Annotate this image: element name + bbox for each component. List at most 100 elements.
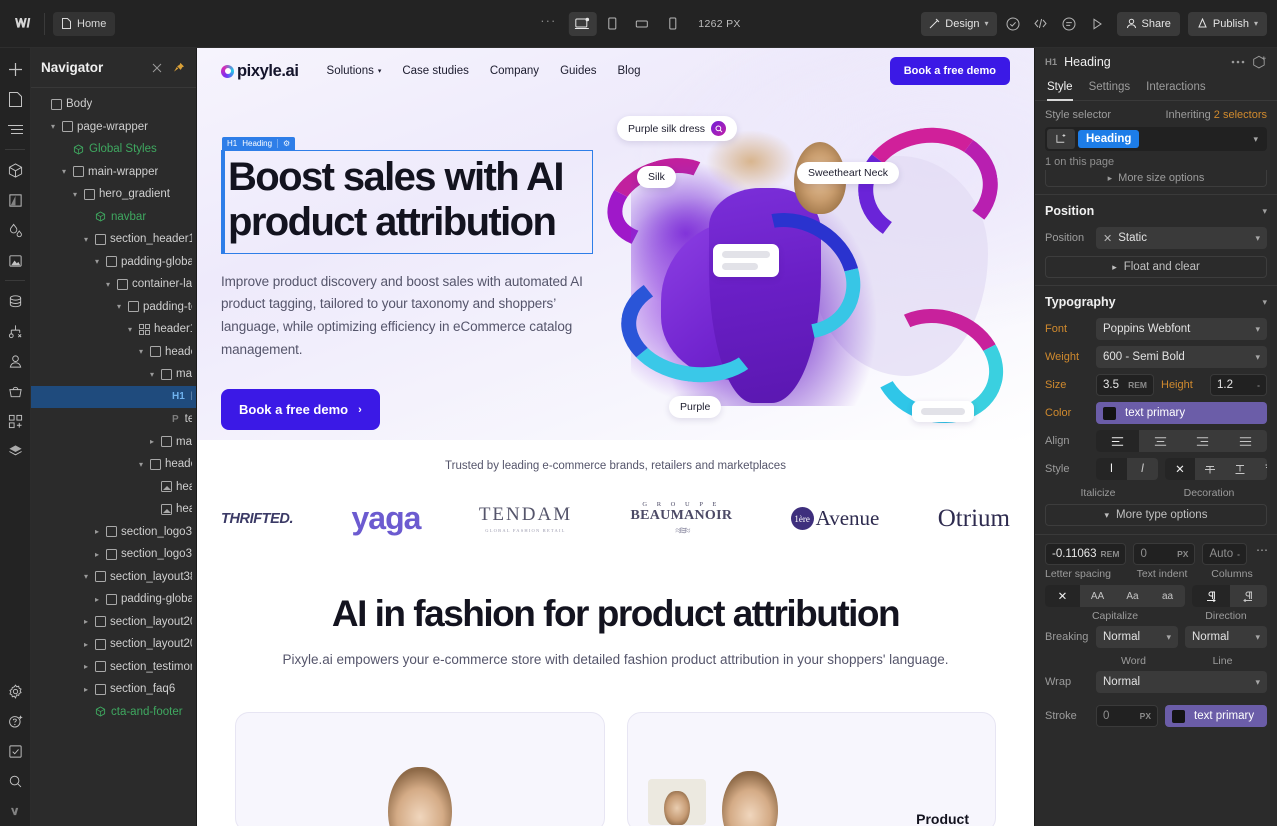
stroke-input[interactable]: 0 PX xyxy=(1096,705,1158,727)
nav-link-case-studies[interactable]: Case studies xyxy=(402,65,468,77)
no-capitalize-icon[interactable]: ✕ xyxy=(1045,585,1080,607)
capitalize-icon[interactable]: Aa xyxy=(1115,585,1150,607)
position-section-header[interactable]: Position ▾ xyxy=(1035,194,1277,225)
hero-cta-button[interactable]: Book a free demo › xyxy=(221,389,380,431)
settings-icon[interactable] xyxy=(2,676,28,706)
size-input[interactable]: 3.5 REM xyxy=(1096,374,1154,396)
upright-icon[interactable]: I xyxy=(1096,458,1127,480)
navigator-item-text-[interactable]: Ptext- xyxy=(31,408,196,431)
columns-input[interactable]: Auto - xyxy=(1202,543,1247,565)
typography-section-header[interactable]: Typography ▾ xyxy=(1035,285,1277,316)
nav-link-guides[interactable]: Guides xyxy=(560,65,596,77)
audit-icon[interactable] xyxy=(1001,12,1025,36)
selector-combo-icon[interactable] xyxy=(1047,129,1075,149)
chevron-right-icon[interactable]: ▸ xyxy=(92,595,102,604)
weight-select[interactable]: 600 - Semi Bold ▾ xyxy=(1096,346,1267,368)
navigator-item-marg[interactable]: ▸ marg xyxy=(31,431,196,454)
align-right-icon[interactable] xyxy=(1182,430,1225,452)
users-icon[interactable] xyxy=(2,346,28,376)
collapse-icon[interactable] xyxy=(150,61,164,75)
navigator-item-container-larg[interactable]: ▾ container-larg xyxy=(31,273,196,296)
chevron-down-icon[interactable]: ▾ xyxy=(81,235,91,244)
navigator-item-main-wrapper[interactable]: ▾ main-wrapper xyxy=(31,161,196,184)
checklist-icon[interactable] xyxy=(2,736,28,766)
navigator-item-section-layout381[interactable]: ▾ section_layout381 xyxy=(31,566,196,589)
text-indent-input[interactable]: 0 PX xyxy=(1133,543,1196,565)
search-icon[interactable] xyxy=(2,766,28,796)
position-select[interactable]: ✕ Static ▾ xyxy=(1096,227,1267,249)
mode-switch-design[interactable]: Design ▾ xyxy=(921,11,997,36)
ecommerce-icon[interactable] xyxy=(2,376,28,406)
style-icon[interactable] xyxy=(2,185,28,215)
card-2[interactable]: Product xyxy=(626,711,996,826)
navigator-item-hero-gradient[interactable]: ▾ hero_gradient xyxy=(31,183,196,206)
card-1[interactable] xyxy=(235,711,605,826)
pages-icon[interactable] xyxy=(2,84,28,114)
chevron-right-icon[interactable]: ▸ xyxy=(147,437,157,446)
add-component-icon[interactable] xyxy=(1252,55,1267,70)
columns-unit[interactable]: - xyxy=(1237,549,1240,559)
navigator-item-header[interactable]: ▾ header xyxy=(31,453,196,476)
page-chip-home[interactable]: Home xyxy=(53,11,116,36)
navigator-item-body[interactable]: Body xyxy=(31,93,196,116)
nav-link-solutions[interactable]: Solutions ▾ xyxy=(327,65,382,77)
nav-link-company[interactable]: Company xyxy=(490,65,539,77)
apps-icon[interactable] xyxy=(2,406,28,436)
navigator-item-head[interactable]: head xyxy=(31,476,196,499)
chevron-right-icon[interactable]: ▸ xyxy=(81,685,91,694)
help-icon[interactable] xyxy=(2,796,28,826)
navigator-tree[interactable]: Body ▾ page-wrapper Global Styles ▾ main-wrap… xyxy=(31,88,196,826)
navigator-item-section-layout204[interactable]: ▸ section_layout204 xyxy=(31,611,196,634)
viewport-mobile-portrait-button[interactable] xyxy=(658,12,686,36)
chevron-down-icon[interactable]: ▾ xyxy=(48,122,58,131)
chevron-down-icon[interactable]: ▾ xyxy=(103,280,113,289)
ai-assist-icon[interactable] xyxy=(2,706,28,736)
chevron-down-icon[interactable]: ▾ xyxy=(1262,297,1267,308)
direction-ltr-icon[interactable] xyxy=(1192,585,1230,607)
underline-icon[interactable] xyxy=(1225,458,1255,480)
chevron-down-icon[interactable]: ▾ xyxy=(114,302,124,311)
color-swatch-control[interactable]: text primary xyxy=(1096,402,1267,424)
chevron-right-icon[interactable]: ▸ xyxy=(81,617,91,626)
more-icon[interactable]: ⋯ xyxy=(1254,543,1271,565)
letter-spacing-input[interactable]: -0.11063 REM xyxy=(1045,543,1127,565)
chevron-right-icon[interactable]: ▸ xyxy=(92,527,102,536)
chevron-down-icon[interactable]: ▾ xyxy=(59,167,69,176)
size-unit[interactable]: REM xyxy=(1128,380,1147,390)
navigator-item-marg[interactable]: ▾ marg xyxy=(31,363,196,386)
share-button[interactable]: Share xyxy=(1116,11,1180,36)
viewport-desktop-button[interactable] xyxy=(568,11,597,36)
breaking-word-select[interactable]: Normal ▾ xyxy=(1096,626,1178,648)
libraries-icon[interactable] xyxy=(2,436,28,466)
chevron-down-icon[interactable]: ▾ xyxy=(70,190,80,199)
site-brand[interactable]: pixyle.ai xyxy=(221,62,299,81)
tab-interactions[interactable]: Interactions xyxy=(1146,76,1205,100)
nav-link-blog[interactable]: Blog xyxy=(618,65,641,77)
navigator-item-global-styles[interactable]: Global Styles xyxy=(31,138,196,161)
stroke-color-control[interactable]: text primary xyxy=(1165,705,1267,727)
logic-icon[interactable] xyxy=(2,316,28,346)
style-selector-input[interactable]: Heading ▾ xyxy=(1045,127,1267,151)
code-icon[interactable] xyxy=(1029,12,1053,36)
navigator-item-header1-[interactable]: ▾ header1_ xyxy=(31,318,196,341)
navigator-item-section-faq6[interactable]: ▸ section_faq6 xyxy=(31,678,196,701)
cms-icon[interactable] xyxy=(2,286,28,316)
more-icon[interactable] xyxy=(1231,60,1245,64)
variables-icon[interactable] xyxy=(2,215,28,245)
overline-icon[interactable] xyxy=(1255,458,1267,480)
chevron-down-icon[interactable]: ▾ xyxy=(125,325,135,334)
inheriting-count[interactable]: 2 selectors xyxy=(1214,109,1267,121)
letter-spacing-unit[interactable]: REM xyxy=(1101,549,1120,559)
hero-heading-selected[interactable]: Boost sales with AI product attribution xyxy=(221,150,593,254)
design-canvas[interactable]: pixyle.ai Solutions ▾ Case studies Compa… xyxy=(197,48,1034,826)
navigator-item-he[interactable]: H1 He xyxy=(31,385,196,408)
chevron-down-icon[interactable]: ▾ xyxy=(147,370,157,379)
navigator-item-padding-global[interactable]: ▸ padding-global xyxy=(31,588,196,611)
float-and-clear-button[interactable]: ▸ Float and clear xyxy=(1045,256,1267,278)
navigator-icon[interactable] xyxy=(2,114,28,144)
navigator-item-padding-global[interactable]: ▾ padding-global xyxy=(31,251,196,274)
text-indent-unit[interactable]: PX xyxy=(1177,549,1188,559)
pin-icon[interactable] xyxy=(172,61,186,75)
navbar-cta-button[interactable]: Book a free demo xyxy=(889,57,1010,85)
stroke-color-swatch[interactable] xyxy=(1172,709,1185,723)
